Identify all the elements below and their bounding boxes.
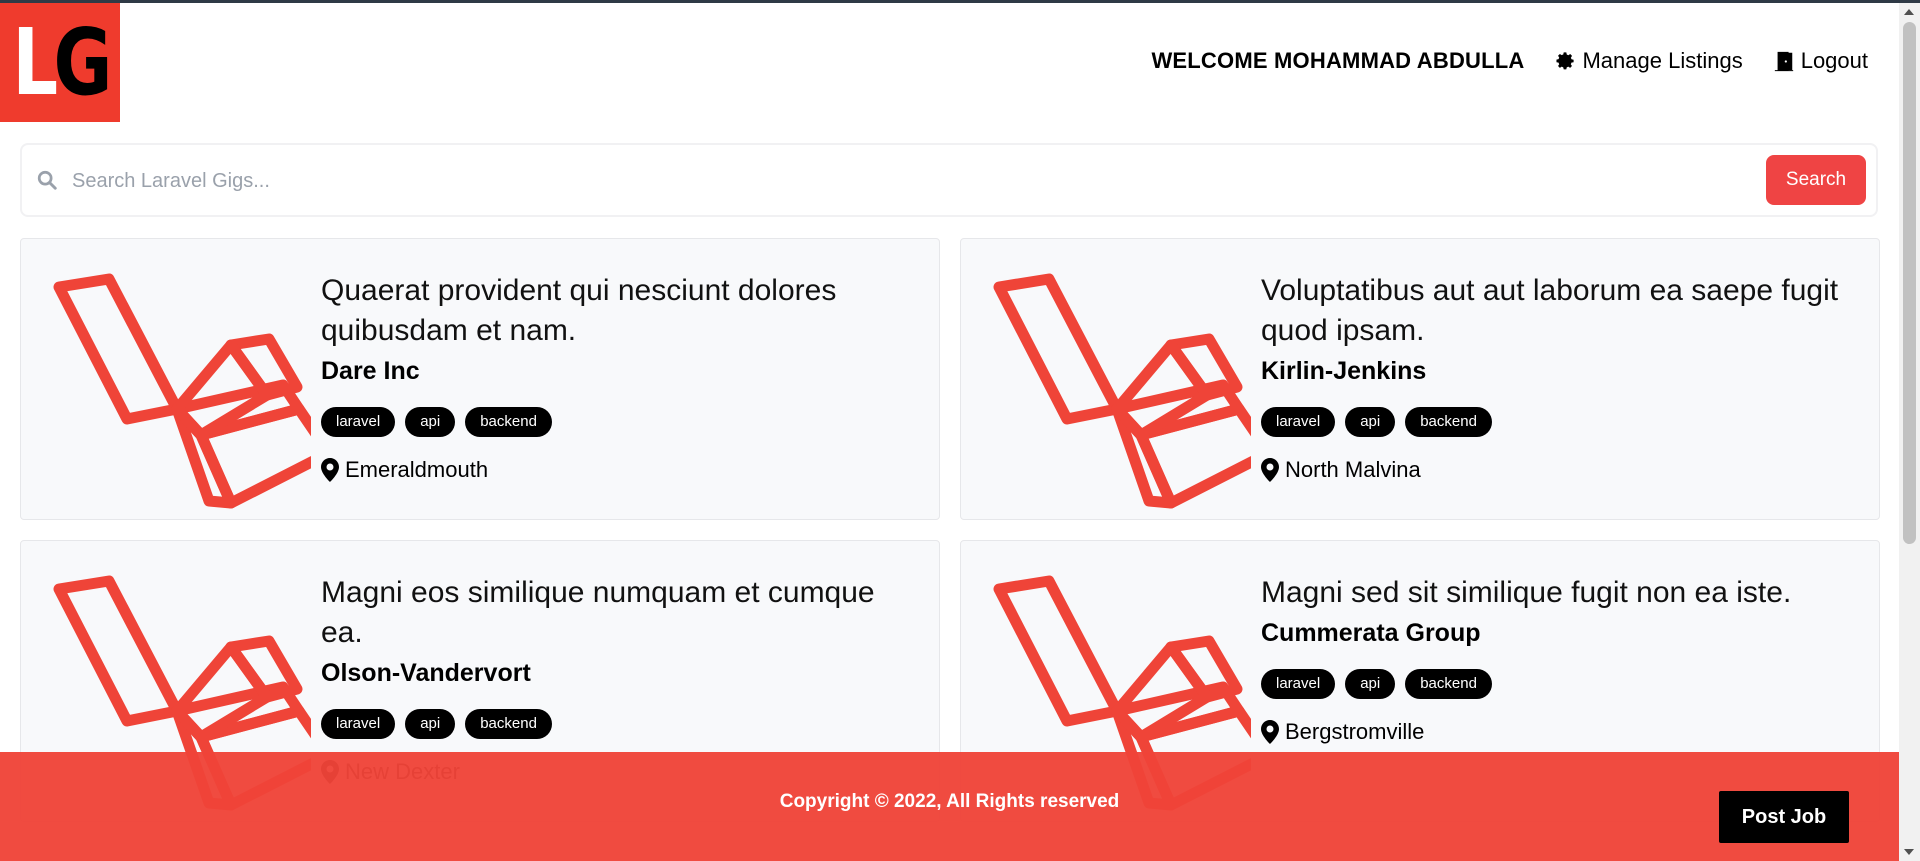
tag-backend[interactable]: backend: [1405, 669, 1492, 699]
listing-tags: laravel api backend: [1261, 407, 1851, 437]
manage-listings-label: Manage Listings: [1582, 48, 1743, 73]
tag-backend[interactable]: backend: [1405, 407, 1492, 437]
scrollbar-thumb[interactable]: [1903, 22, 1916, 544]
listing-company: Kirlin-Jenkins: [1261, 357, 1427, 385]
listing-title[interactable]: Magni eos similique numquam et cumque ea…: [321, 573, 911, 653]
search-icon: [37, 170, 57, 190]
site-logo[interactable]: LG: [0, 3, 120, 122]
tag-laravel[interactable]: laravel: [321, 407, 396, 437]
tag-laravel[interactable]: laravel: [321, 709, 396, 739]
laravel-logo-icon: [53, 273, 311, 509]
listing-tags: laravel api backend: [321, 709, 911, 739]
manage-listings-link[interactable]: Manage Listings: [1554, 48, 1743, 74]
post-job-button[interactable]: Post Job: [1719, 791, 1849, 843]
listing-card[interactable]: Quaerat provident qui nesciunt dolores q…: [20, 238, 940, 520]
search-button[interactable]: Search: [1766, 155, 1866, 205]
site-footer: Copyright © 2022, All Rights reserved Po…: [0, 752, 1899, 861]
listing-location-text: Bergstromville: [1285, 719, 1425, 744]
scroll-up-arrow-icon[interactable]: [1904, 9, 1914, 15]
tag-laravel[interactable]: laravel: [1261, 407, 1336, 437]
tag-api[interactable]: api: [1345, 669, 1396, 699]
listing-info: Voluptatibus aut aut laborum ea saepe fu…: [1261, 271, 1851, 483]
gear-icon: [1556, 52, 1575, 70]
tag-backend[interactable]: backend: [465, 407, 552, 437]
listing-location: Bergstromville: [1261, 719, 1851, 745]
listing-company: Olson-Vandervort: [321, 659, 531, 687]
map-marker-icon: [1261, 458, 1279, 482]
copyright-text: Copyright © 2022, All Rights reserved: [779, 790, 1120, 812]
tag-laravel[interactable]: laravel: [1261, 669, 1336, 699]
listing-info: Magni sed sit similique fugit non ea ist…: [1261, 573, 1851, 745]
search-input[interactable]: [72, 165, 1372, 197]
listing-company: Dare Inc: [321, 357, 420, 385]
listing-title[interactable]: Voluptatibus aut aut laborum ea saepe fu…: [1261, 271, 1851, 351]
listing-tags: laravel api backend: [1261, 669, 1851, 699]
listing-card[interactable]: Voluptatibus aut aut laborum ea saepe fu…: [960, 238, 1880, 520]
listing-company: Cummerata Group: [1261, 619, 1481, 647]
logout-link[interactable]: Logout: [1773, 48, 1868, 74]
listing-tags: laravel api backend: [321, 407, 911, 437]
laravel-logo-icon: [993, 273, 1251, 509]
map-marker-icon: [321, 458, 339, 482]
search-bar: Search: [20, 143, 1878, 217]
door-icon: [1774, 51, 1793, 72]
listing-location: Emeraldmouth: [321, 457, 911, 483]
window-top-border: [0, 0, 1920, 3]
tag-api[interactable]: api: [1345, 407, 1396, 437]
tag-backend[interactable]: backend: [465, 709, 552, 739]
tag-api[interactable]: api: [405, 709, 456, 739]
listing-location-text: Emeraldmouth: [345, 457, 489, 482]
scroll-down-arrow-icon[interactable]: [1904, 849, 1914, 855]
logout-label: Logout: [1800, 48, 1868, 73]
logo-text: LG: [12, 8, 112, 116]
welcome-text: WELCOME MOHAMMAD ABDULLA: [1151, 48, 1525, 73]
listing-location-text: North Malvina: [1285, 457, 1421, 482]
map-marker-icon: [1261, 720, 1279, 744]
listing-location: North Malvina: [1261, 457, 1851, 483]
page-scrollbar[interactable]: [1899, 3, 1920, 861]
listing-info: Quaerat provident qui nesciunt dolores q…: [321, 271, 911, 483]
tag-api[interactable]: api: [405, 407, 456, 437]
top-nav: WELCOME MOHAMMAD ABDULLA Manage Listings…: [1151, 48, 1868, 74]
listing-title[interactable]: Quaerat provident qui nesciunt dolores q…: [321, 271, 911, 351]
listing-title[interactable]: Magni sed sit similique fugit non ea ist…: [1261, 573, 1851, 613]
